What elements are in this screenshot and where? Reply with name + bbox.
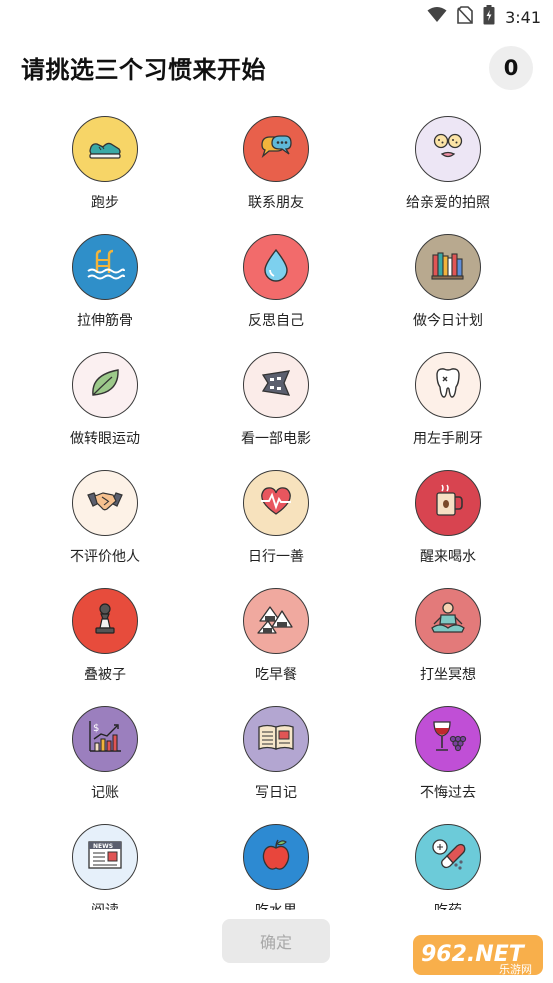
- habit-item-no-regret[interactable]: 不悔过去: [373, 706, 523, 802]
- running-shoe-icon: [85, 127, 125, 171]
- habit-item-drink-water[interactable]: 醒来喝水: [373, 470, 523, 566]
- svg-text:NEWS: NEWS: [93, 843, 113, 850]
- chess-pawn-icon: [85, 599, 125, 643]
- habit-label: 看一部电影: [241, 431, 311, 447]
- habit-item-breakfast[interactable]: 吃早餐: [201, 588, 351, 684]
- habit-label: 打坐冥想: [420, 667, 476, 683]
- habit-item-daily-kindness[interactable]: 日行一善: [201, 470, 351, 566]
- open-book-icon: [256, 717, 296, 761]
- leaf-icon: [85, 363, 125, 407]
- habit-item-meditate[interactable]: 打坐冥想: [373, 588, 523, 684]
- habit-label: 反思自己: [248, 313, 304, 329]
- habit-icon-circle: NEWS: [72, 824, 138, 890]
- habit-icon-circle: [243, 116, 309, 182]
- tooth-icon: [428, 363, 468, 407]
- habit-icon-circle: [243, 352, 309, 418]
- swimming-pool-icon: [85, 245, 125, 289]
- habit-item-eye-exercise[interactable]: 做转眼运动: [30, 352, 180, 448]
- habit-label: 做转眼运动: [70, 431, 140, 447]
- habit-label: 日行一善: [248, 549, 304, 565]
- habit-grid: 跑步 联系朋友 给亲爱的拍照 拉伸筋骨 反思自己 做今日计划 做转眼运动 看一部…: [0, 0, 553, 910]
- habit-icon-circle: [415, 588, 481, 654]
- habit-item-stretch[interactable]: 拉伸筋骨: [30, 234, 180, 330]
- habit-item-eat-fruit[interactable]: 吃水果: [201, 824, 351, 910]
- habit-item-bookkeeping[interactable]: $ 记账: [30, 706, 180, 802]
- habit-item-left-hand-brush[interactable]: 用左手刷牙: [373, 352, 523, 448]
- habit-label: 阅读: [91, 900, 119, 910]
- heartbeat-icon: [256, 481, 296, 525]
- habit-label: 跑步: [91, 195, 119, 211]
- habit-label: 给亲爱的拍照: [406, 195, 490, 211]
- habit-item-reflect[interactable]: 反思自己: [201, 234, 351, 330]
- habit-label: 吃水果: [255, 900, 297, 910]
- rice-ball-icon: [256, 599, 296, 643]
- habit-icon-circle: [415, 470, 481, 536]
- bookshelf-icon: [428, 245, 468, 289]
- habit-label: 做今日计划: [413, 313, 483, 329]
- habit-label: 醒来喝水: [420, 549, 476, 565]
- habit-label: 不评价他人: [70, 549, 140, 565]
- habit-icon-circle: [415, 352, 481, 418]
- habit-item-take-medicine[interactable]: 吃药: [373, 824, 523, 910]
- chat-bubbles-icon: [256, 127, 296, 171]
- confirm-button[interactable]: 确定: [222, 919, 330, 963]
- habit-item-photo-loved-one[interactable]: 给亲爱的拍照: [373, 116, 523, 212]
- habit-item-reading[interactable]: NEWS 阅读: [30, 824, 180, 910]
- habit-item-watch-movie[interactable]: 看一部电影: [201, 352, 351, 448]
- svg-text:$: $: [93, 723, 99, 734]
- habit-item-journal[interactable]: 写日记: [201, 706, 351, 802]
- habit-icon-circle: [415, 234, 481, 300]
- habit-icon-circle: [72, 352, 138, 418]
- habit-icon-circle: [243, 588, 309, 654]
- habit-label: 拉伸筋骨: [77, 313, 133, 329]
- habit-icon-circle: $: [72, 706, 138, 772]
- habit-label: 写日记: [255, 785, 297, 801]
- habit-icon-circle: [415, 824, 481, 890]
- habit-icon-circle: [415, 116, 481, 182]
- habit-item-contact-friends[interactable]: 联系朋友: [201, 116, 351, 212]
- habit-icon-circle: [243, 706, 309, 772]
- film-strip-icon: [256, 363, 296, 407]
- site-watermark: 962.NET 乐游网: [409, 931, 547, 979]
- habit-item-running[interactable]: 跑步: [30, 116, 180, 212]
- habit-item-daily-plan[interactable]: 做今日计划: [373, 234, 523, 330]
- wine-grapes-icon: [428, 717, 468, 761]
- handshake-icon: [85, 481, 125, 525]
- habit-label: 不悔过去: [420, 785, 476, 801]
- habit-icon-circle: [243, 470, 309, 536]
- habit-label: 记账: [91, 785, 119, 801]
- habit-icon-circle: [72, 588, 138, 654]
- habit-icon-circle: [415, 706, 481, 772]
- pills-icon: [428, 835, 468, 879]
- finance-chart-icon: $: [85, 717, 125, 761]
- habit-icon-circle: [72, 116, 138, 182]
- face-mask-icon: [428, 127, 468, 171]
- habit-label: 吃早餐: [255, 667, 297, 683]
- habit-label: 叠被子: [84, 667, 126, 683]
- newspaper-icon: NEWS: [85, 835, 125, 879]
- apple-icon: [256, 835, 296, 879]
- habit-label: 吃药: [434, 900, 462, 910]
- meditation-icon: [428, 599, 468, 643]
- habit-label: 联系朋友: [248, 195, 304, 211]
- habit-label: 用左手刷牙: [413, 431, 483, 447]
- habit-icon-circle: [243, 824, 309, 890]
- habit-icon-circle: [72, 234, 138, 300]
- watermark-sub: 乐游网: [499, 963, 532, 976]
- water-drop-icon: [256, 245, 296, 289]
- habit-item-fold-quilt[interactable]: 叠被子: [30, 588, 180, 684]
- habit-item-no-judging[interactable]: 不评价他人: [30, 470, 180, 566]
- habit-icon-circle: [72, 470, 138, 536]
- coffee-mug-icon: [428, 481, 468, 525]
- habit-icon-circle: [243, 234, 309, 300]
